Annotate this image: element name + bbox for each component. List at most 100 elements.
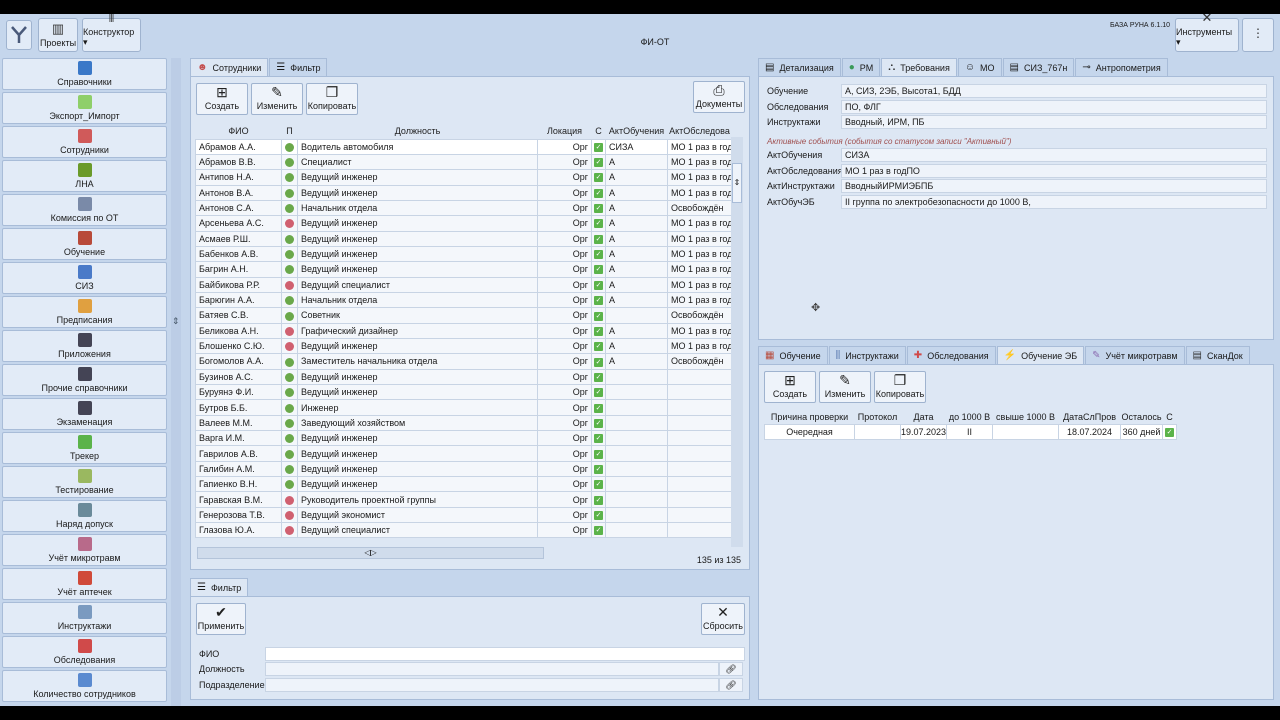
table-row[interactable]: Антонов В.А. Ведущий инженер Орг ✓ А МО 1 раз… xyxy=(195,184,732,201)
checkbox-checked-icon[interactable]: ✓ xyxy=(594,495,603,505)
horizontal-scrollbar[interactable]: ◁▷ xyxy=(197,547,544,559)
active-value[interactable]: СИЗА xyxy=(841,148,1267,162)
checkbox-checked-icon[interactable]: ✓ xyxy=(594,372,603,382)
sidebar-item-18[interactable]: Количество сотрудников xyxy=(2,670,167,702)
table-row[interactable]: Глазова Ю.А. Ведущий специалист Орг ✓ xyxy=(195,522,732,539)
checkbox-checked-icon[interactable]: ✓ xyxy=(594,342,603,352)
table-row[interactable]: Бутров Б.Б. Инженер Орг ✓ xyxy=(195,399,732,416)
tab-detail-3[interactable]: ☺ МО xyxy=(957,58,1002,76)
table-row[interactable]: Блошенко С.Ю. Ведущий инженер Орг ✓ А МО 1 ра… xyxy=(195,337,732,355)
designer-button[interactable]: ⫴ Конструктор ▾ xyxy=(82,14,141,52)
department-link-button[interactable]: 🔗︎ xyxy=(719,678,743,692)
active-value[interactable]: МО 1 раз в годПО xyxy=(841,163,1267,178)
checkbox-checked-icon[interactable]: ✓ xyxy=(594,357,603,367)
tab-detail-2[interactable]: ⛬ Требования xyxy=(881,58,957,76)
checkbox-checked-icon[interactable]: ✓ xyxy=(594,280,603,290)
checkbox-checked-icon[interactable]: ✓ xyxy=(594,142,603,152)
more-menu-button[interactable]: ⋮ xyxy=(1242,18,1274,52)
projects-button[interactable]: ▥ Проекты xyxy=(38,18,78,52)
tab-lower-0[interactable]: ▦ Обучение xyxy=(758,346,828,364)
column-header[interactable]: Протокол xyxy=(855,410,901,424)
table-row[interactable]: Абрамов А.А. Водитель автомобиля Орг ✓ СИЗА М… xyxy=(195,138,732,155)
sidebar-item-3[interactable]: ЛНА xyxy=(2,160,167,192)
checkbox-checked-icon[interactable]: ✓ xyxy=(594,296,603,306)
checkbox-checked-icon[interactable]: ✓ xyxy=(594,418,603,428)
position-input[interactable] xyxy=(265,662,719,676)
column-header[interactable]: свыше 1000 В xyxy=(993,410,1059,424)
table-row[interactable]: Абрамов В.В. Специалист Орг ✓ А МО 1 раз в го… xyxy=(195,153,732,171)
column-header[interactable]: ФИО xyxy=(195,123,282,139)
column-header[interactable]: С xyxy=(591,123,606,139)
tab-lower-3[interactable]: ⚡ Обучение ЭБ xyxy=(996,346,1085,364)
tab-detail-1[interactable]: ● РМ xyxy=(841,58,881,76)
column-header[interactable]: ДатаСлПров xyxy=(1059,410,1121,424)
table-row[interactable]: Байбикова Р.Р. Ведущий специалист Орг ✓ А МО … xyxy=(195,276,732,293)
apply-button[interactable]: ✔ Применить xyxy=(196,603,246,635)
checkbox-checked-icon[interactable]: ✓ xyxy=(594,311,603,321)
column-header[interactable]: АктОбследова xyxy=(667,123,732,139)
table-row[interactable]: Гапиенко В.Н. Ведущий инженер Орг ✓ xyxy=(195,476,732,493)
checkbox-checked-icon[interactable]: ✓ xyxy=(594,403,603,413)
column-header[interactable]: АктОбучения xyxy=(605,123,668,139)
checkbox-checked-icon[interactable]: ✓ xyxy=(594,326,603,336)
checkbox-checked-icon[interactable]: ✓ xyxy=(594,188,603,198)
copy-button[interactable]: ❐ Копировать xyxy=(306,83,358,115)
checkbox-checked-icon[interactable]: ✓ xyxy=(594,219,603,229)
table-row[interactable]: Асмаев Р.Ш. Ведущий инженер Орг ✓ А МО 1 раз … xyxy=(195,230,732,247)
checkbox-checked-icon[interactable]: ✓ xyxy=(594,526,603,536)
table-row[interactable]: Валеев М.М. Заведующий хозяйством Орг ✓ xyxy=(195,414,732,432)
requirement-value[interactable]: Вводный, ИРМ, ПБ xyxy=(841,115,1267,129)
position-link-button[interactable]: 🔗︎ xyxy=(719,662,743,676)
table-row[interactable]: Антонов С.А. Начальник отдела Орг ✓ А Освобож… xyxy=(195,199,732,217)
sidebar-item-7[interactable]: Предписания xyxy=(2,296,167,328)
sidebar-item-12[interactable]: Тестирование xyxy=(2,466,167,498)
sidebar-item-14[interactable]: Учёт микротравм xyxy=(2,534,167,566)
sidebar-item-8[interactable]: Приложения xyxy=(2,330,167,362)
reset-button[interactable]: ✕ Сбросить xyxy=(701,603,745,635)
column-header[interactable]: П xyxy=(281,123,298,139)
checkbox-checked-icon[interactable]: ✓ xyxy=(594,510,603,520)
tab-lower-2[interactable]: ✚ Обследования xyxy=(906,346,996,364)
department-input[interactable] xyxy=(265,678,719,692)
tab-detail-5[interactable]: ⊸ Антропометрия xyxy=(1075,58,1168,76)
table-row[interactable]: Арсеньева А.С. Ведущий инженер Орг ✓ А МО 1 р… xyxy=(195,215,732,232)
checkbox-checked-icon[interactable]: ✓ xyxy=(594,158,603,168)
checkbox-checked-icon[interactable]: ✓ xyxy=(594,388,603,398)
active-value[interactable]: II группа по электробезопасности до 1000… xyxy=(841,194,1267,209)
checkbox-checked-icon[interactable]: ✓ xyxy=(594,250,603,260)
table-row[interactable]: Бабенков А.В. Ведущий инженер Орг ✓ А МО 1 ра… xyxy=(195,245,732,263)
tab-detail-4[interactable]: ▤ СИЗ_767н xyxy=(1002,58,1075,76)
edit-button[interactable]: ✎ Изменить xyxy=(251,83,303,115)
sidebar-item-6[interactable]: СИЗ xyxy=(2,262,167,294)
table-row[interactable]: Антипов Н.А. Ведущий инженер Орг ✓ А МО 1 раз… xyxy=(195,169,732,186)
table-row[interactable]: Гаравская В.М. Руководитель проектной гру… xyxy=(195,491,732,508)
sidebar-item-13[interactable]: Наряд допуск xyxy=(2,500,167,532)
vertical-scrollbar[interactable]: ⇕ xyxy=(731,137,743,547)
table-row[interactable]: Гаврилов А.В. Ведущий инженер Орг ✓ xyxy=(195,445,732,462)
column-header[interactable]: Локация xyxy=(537,123,592,139)
documents-button[interactable]: ⎙ Документы xyxy=(693,81,745,113)
table-row[interactable]: Барюгин А.А. Начальник отдела Орг ✓ А МО 1 ра… xyxy=(195,291,732,309)
tab-filter[interactable]: ☰ Фильтр xyxy=(269,58,328,76)
sidebar-item-16[interactable]: Инструктажи xyxy=(2,602,167,634)
requirement-value[interactable]: ПО, ФЛГ xyxy=(841,99,1267,114)
table-row[interactable]: Генерозова Т.В. Ведущий экономист Орг ✓ xyxy=(195,506,732,524)
sidebar-item-17[interactable]: Обследования xyxy=(2,636,167,668)
table-row[interactable]: Бузинов А.С. Ведущий инженер Орг ✓ xyxy=(195,368,732,386)
sidebar-item-5[interactable]: Обучение xyxy=(2,228,167,260)
checkbox-checked-icon[interactable]: ✓ xyxy=(594,173,603,183)
table-row[interactable]: Очередная 19.07.2023 II 18.07.2024 360 дней ✓ xyxy=(764,423,1178,440)
checkbox-checked-icon[interactable]: ✓ xyxy=(1165,427,1175,437)
app-logo[interactable] xyxy=(6,20,32,50)
tab-filter-panel[interactable]: ☰ Фильтр xyxy=(190,578,249,596)
column-header[interactable]: Причина проверки xyxy=(765,410,855,424)
column-header[interactable]: до 1000 В xyxy=(947,410,993,424)
checkbox-checked-icon[interactable]: ✓ xyxy=(594,234,603,244)
table-row[interactable]: Багрин А.Н. Ведущий инженер Орг ✓ А МО 1 раз … xyxy=(195,261,732,278)
column-header[interactable]: Дата xyxy=(901,410,947,424)
requirement-value[interactable]: А, СИЗ, 2ЭБ, Высота1, БДД xyxy=(841,84,1267,98)
sidebar-item-1[interactable]: Экспорт_Импорт xyxy=(2,92,167,124)
column-header[interactable]: Должность xyxy=(297,123,538,139)
sidebar-item-11[interactable]: Трекер xyxy=(2,432,167,464)
column-header[interactable]: С xyxy=(1163,410,1177,424)
